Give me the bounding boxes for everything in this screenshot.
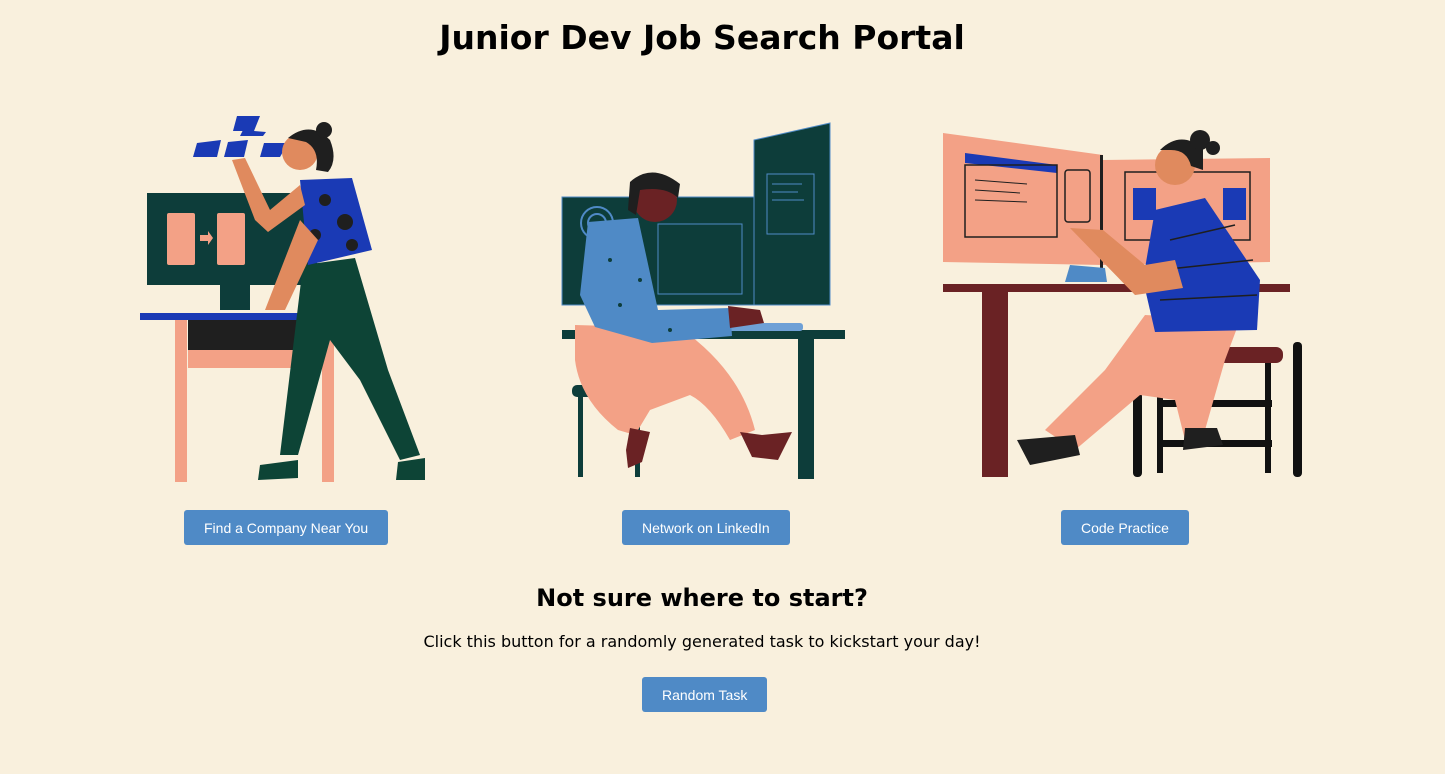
page-title: Junior Dev Job Search Portal [439, 18, 965, 57]
woman-at-dual-monitors-illustration [561, 122, 845, 479]
random-task-heading: Not sure where to start? [536, 584, 868, 612]
find-company-button[interactable]: Find a Company Near You [184, 510, 389, 545]
code-practice-card: Code Practice [935, 110, 1315, 550]
random-task-description: Click this button for a randomly generat… [423, 632, 981, 651]
portal-page: Junior Dev Job Search Portal Find a Comp… [0, 0, 1445, 774]
random-task-button[interactable]: Random Task [642, 677, 768, 712]
network-linkedin-button[interactable]: Network on LinkedIn [622, 510, 790, 545]
woman-arranging-blocks-illustration [140, 116, 425, 482]
code-practice-button[interactable]: Code Practice [1061, 510, 1189, 545]
network-linkedin-card: Network on LinkedIn [540, 110, 920, 550]
woman-pointing-at-screens-illustration [943, 130, 1302, 477]
find-company-card: Find a Company Near You [120, 110, 500, 550]
